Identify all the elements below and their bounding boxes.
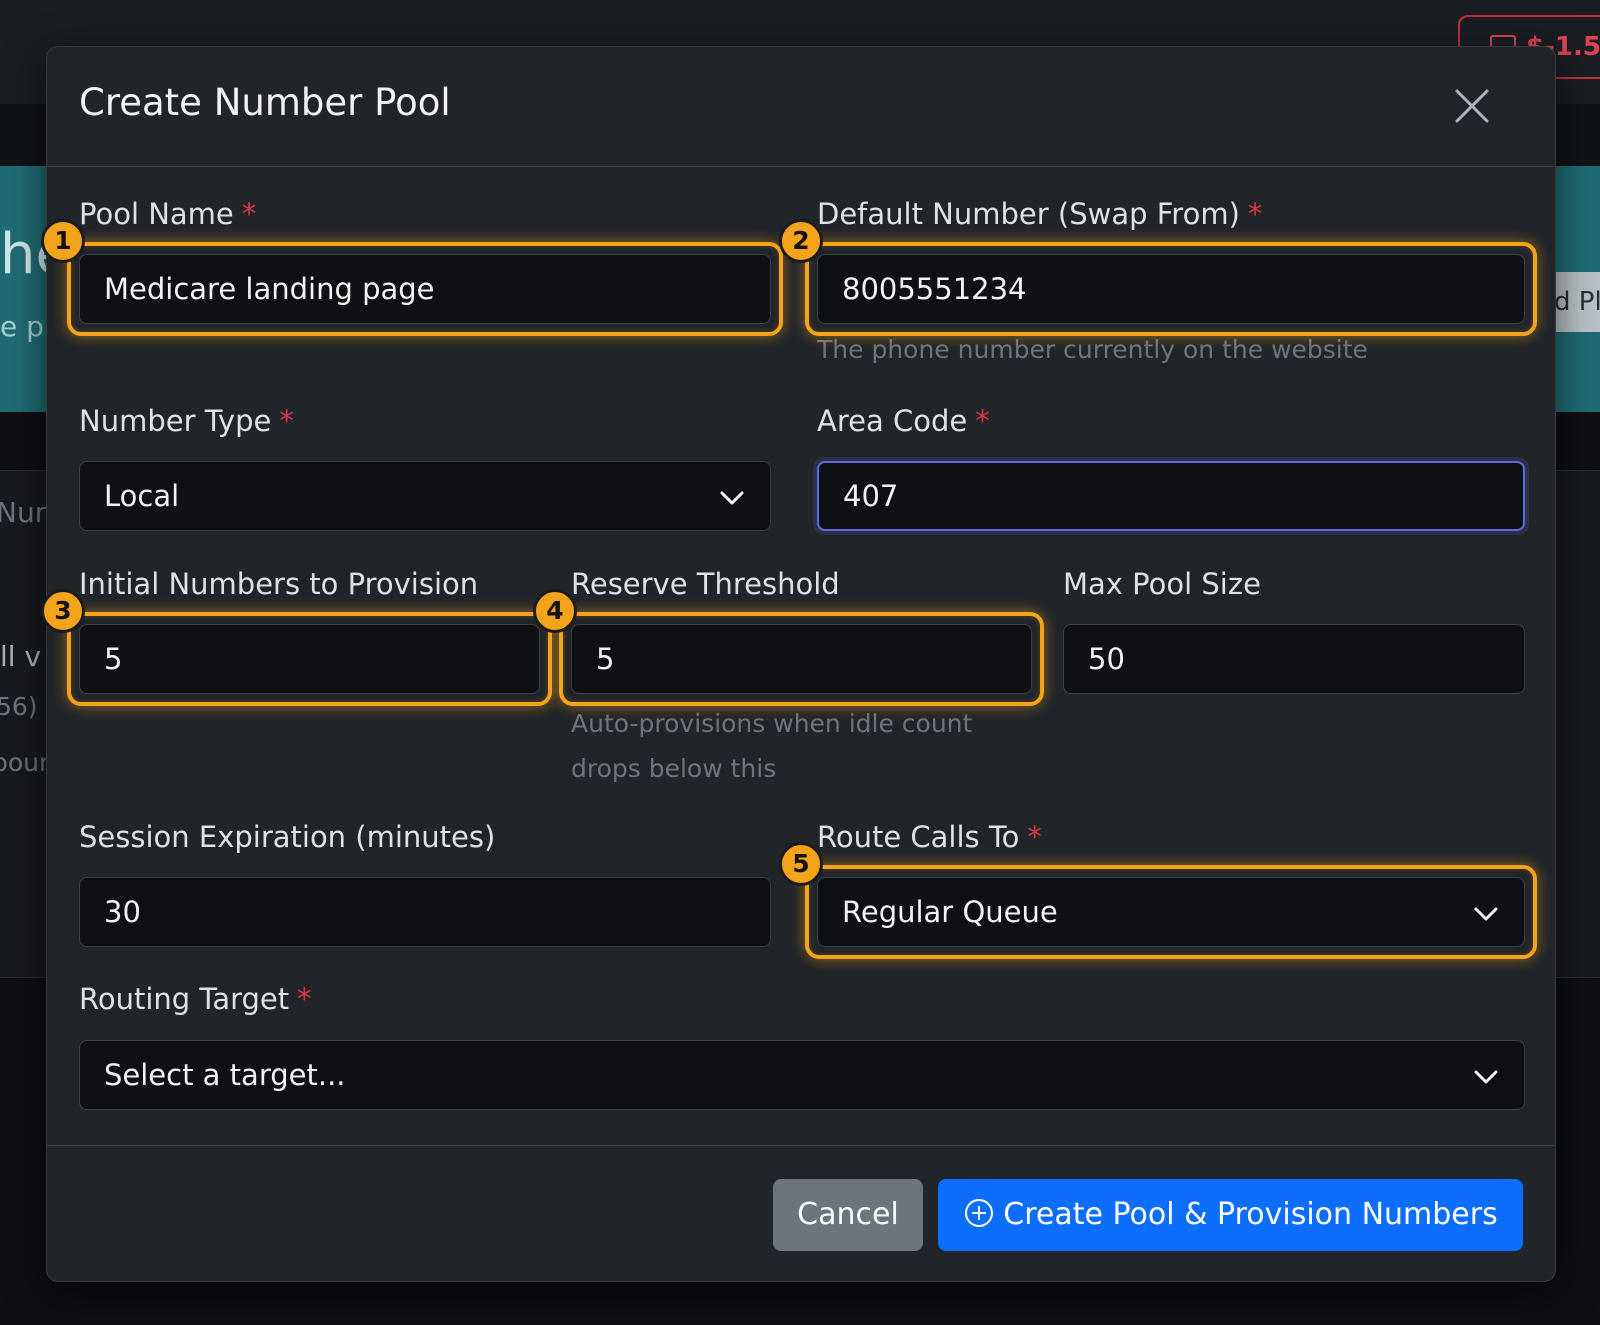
- default-number-help: The phone number currently on the websit…: [817, 335, 1368, 364]
- background-text-count: 56): [0, 692, 38, 721]
- area-code-label: Area Code *: [817, 404, 990, 438]
- default-number-label: Default Number (Swap From) *: [817, 197, 1262, 231]
- required-marker: *: [1027, 820, 1042, 854]
- max-pool-size-label: Max Pool Size: [1063, 567, 1261, 601]
- close-button[interactable]: [1445, 79, 1499, 133]
- reserve-threshold-help: Auto-provisions when idle count drops be…: [571, 709, 973, 783]
- modal-header: Create Number Pool: [47, 47, 1555, 167]
- routing-target-select[interactable]: Select a target...: [79, 1040, 1525, 1110]
- annotation-badge-1: 1: [41, 219, 85, 263]
- pool-name-label: Pool Name *: [79, 197, 256, 231]
- routing-target-label: Routing Target *: [79, 982, 312, 1016]
- route-calls-to-select[interactable]: Regular Queue: [817, 877, 1525, 947]
- chevron-down-icon: [1474, 907, 1498, 921]
- reserve-threshold-input[interactable]: 5: [571, 624, 1032, 694]
- number-type-label-text: Number Type: [79, 404, 272, 438]
- routing-target-placeholder: Select a target...: [104, 1058, 346, 1092]
- max-pool-size-input[interactable]: 50: [1063, 624, 1525, 694]
- initial-numbers-label: Initial Numbers to Provision: [79, 567, 479, 601]
- pool-name-input[interactable]: Medicare landing page: [79, 254, 771, 324]
- background-hero-subtitle: e p: [0, 310, 44, 343]
- chevron-down-icon: [1474, 1070, 1498, 1084]
- default-number-input[interactable]: 8005551234: [817, 254, 1525, 324]
- chevron-down-icon: [720, 491, 744, 505]
- required-marker: *: [297, 982, 312, 1016]
- route-calls-to-value: Regular Queue: [842, 895, 1058, 929]
- create-pool-button[interactable]: Create Pool & Provision Numbers: [938, 1179, 1523, 1251]
- initial-numbers-input[interactable]: 5: [79, 624, 540, 694]
- close-icon: [1455, 89, 1489, 123]
- area-code-label-text: Area Code: [817, 404, 968, 438]
- background-text-pour: pour: [0, 748, 50, 777]
- number-type-value: Local: [104, 479, 180, 513]
- route-calls-to-label: Route Calls To *: [817, 820, 1042, 854]
- pool-name-label-text: Pool Name: [79, 197, 234, 231]
- plus-circle-icon: [965, 1198, 994, 1227]
- default-number-label-text: Default Number (Swap From): [817, 197, 1240, 231]
- cancel-button[interactable]: Cancel: [773, 1179, 923, 1251]
- modal-title: Create Number Pool: [79, 81, 451, 124]
- number-type-label: Number Type *: [79, 404, 294, 438]
- annotation-badge-5: 5: [779, 842, 823, 886]
- routing-target-label-text: Routing Target: [79, 982, 290, 1016]
- create-pool-button-label: Create Pool & Provision Numbers: [1003, 1197, 1498, 1232]
- annotation-badge-4: 4: [533, 589, 577, 633]
- background-text-all: ll v: [0, 640, 42, 673]
- required-marker: *: [975, 404, 990, 438]
- annotation-badge-3: 3: [41, 589, 85, 633]
- session-expiration-label: Session Expiration (minutes): [79, 820, 496, 854]
- area-code-input[interactable]: 407: [817, 461, 1525, 531]
- session-expiration-input[interactable]: 30: [79, 877, 771, 947]
- reserve-threshold-label: Reserve Threshold: [571, 567, 840, 601]
- create-number-pool-modal: Create Number Pool Pool Name * Medicare l…: [41, 46, 1556, 1282]
- required-marker: *: [241, 197, 257, 231]
- annotation-badge-2: 2: [779, 219, 823, 263]
- background-text-num: Nur: [0, 496, 47, 529]
- required-marker: *: [1247, 197, 1263, 231]
- required-marker: *: [279, 404, 294, 438]
- number-type-select[interactable]: Local: [79, 461, 771, 531]
- route-calls-to-label-text: Route Calls To: [817, 820, 1020, 854]
